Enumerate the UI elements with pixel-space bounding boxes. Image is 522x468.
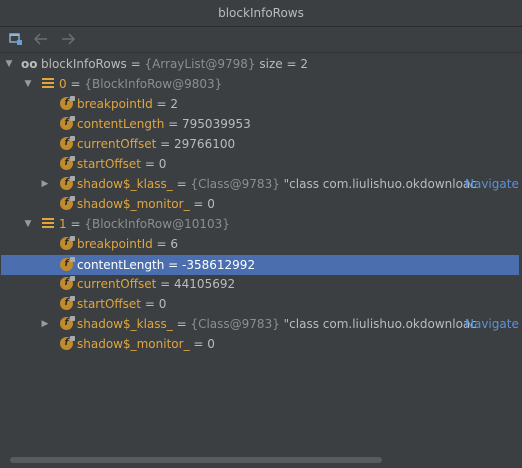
object-reference: {BlockInfoRow@10103} [84, 217, 230, 231]
expand-arrow-icon[interactable]: ▼ [4, 54, 14, 74]
lock-icon [70, 176, 75, 181]
field-value: 29766100 [174, 137, 236, 151]
expand-arrow-icon[interactable]: ▼ [23, 74, 33, 94]
tree-row-field-selected[interactable]: f contentLength = -358612992 [1, 255, 519, 275]
object-reference: {ArrayList@9798} [144, 57, 256, 71]
tree-row-field[interactable]: f startOffset = 0 [0, 294, 522, 314]
navigate-link[interactable]: Navigate [465, 174, 519, 194]
navigate-link[interactable]: Navigate [465, 314, 519, 334]
watch-glasses-icon: oo [21, 57, 38, 71]
field-name: shadow$_monitor_ [77, 337, 190, 351]
field-value: 795039953 [182, 117, 251, 131]
tree-row-field[interactable]: f shadow$_monitor_ = 0 [0, 194, 522, 214]
tree-row-field[interactable]: f contentLength = 795039953 [0, 114, 522, 134]
lock-icon [70, 236, 75, 241]
tree-row-field[interactable]: f currentOffset = 44105692 [0, 274, 522, 294]
element-index: 1 [59, 217, 67, 231]
field-value: 44105692 [174, 277, 236, 291]
lock-icon [70, 156, 75, 161]
field-value: 0 [207, 337, 215, 351]
lock-icon [70, 116, 75, 121]
field-value: 0 [158, 297, 167, 311]
tree-row-field[interactable]: f breakpointId = 2 [0, 94, 522, 114]
lock-icon [70, 96, 75, 101]
tree-row-field[interactable]: f startOffset = 0 [0, 154, 522, 174]
toolbar [0, 27, 522, 53]
tree-row-field[interactable]: ▶ f shadow$_klass_ = {Class@9783} "class… [0, 314, 522, 334]
lock-icon [70, 136, 75, 141]
lock-icon [70, 336, 75, 341]
tree-row-field[interactable]: f breakpointId = 6 [0, 234, 522, 254]
expand-arrow-icon[interactable]: ▶ [40, 314, 50, 334]
lock-icon [70, 316, 75, 321]
expand-arrow-icon[interactable]: ▶ [40, 174, 50, 194]
size-text: size = 2 [255, 57, 308, 71]
field-name: startOffset [77, 297, 142, 311]
field-value: 6 [170, 237, 179, 251]
variable-name: blockInfoRows [41, 57, 127, 71]
field-value: 2 [170, 97, 179, 111]
field-value: "class com.liulishuo.okdownloac [279, 177, 477, 191]
expand-arrow-icon[interactable]: ▼ [23, 214, 33, 234]
tree-row-item[interactable]: ▼ 0 = {BlockInfoRow@9803} [0, 74, 522, 94]
field-value: "class com.liulishuo.okdownloac [279, 317, 477, 331]
field-name: currentOffset [77, 277, 157, 291]
lock-icon [70, 257, 75, 262]
field-name: currentOffset [77, 137, 157, 151]
back-arrow-icon[interactable] [31, 29, 51, 49]
field-name: breakpointId [77, 97, 153, 111]
object-reference: {Class@9783} [190, 177, 280, 191]
array-element-icon [42, 218, 54, 229]
tree-row-field[interactable]: f currentOffset = 29766100 [0, 134, 522, 154]
tree-row-item[interactable]: ▼ 1 = {BlockInfoRow@10103} [0, 214, 522, 234]
lock-icon [70, 276, 75, 281]
lock-icon [70, 296, 75, 301]
field-name: contentLength [77, 117, 165, 131]
field-name: breakpointId [77, 237, 153, 251]
variables-tree: ▼ oo blockInfoRows = {ArrayList@9798} si… [0, 53, 522, 455]
field-value: -358612992 [182, 258, 256, 272]
field-name: shadow$_monitor_ [77, 197, 190, 211]
tree-row-field[interactable]: ▶ f shadow$_klass_ = {Class@9783} "class… [0, 174, 522, 194]
field-name: startOffset [77, 157, 142, 171]
field-value: 0 [158, 157, 167, 171]
field-name: shadow$_klass_ [77, 317, 173, 331]
restore-layout-icon[interactable] [6, 29, 26, 49]
lock-icon [70, 196, 75, 201]
object-reference: {BlockInfoRow@9803} [84, 77, 223, 91]
tree-row-root[interactable]: ▼ oo blockInfoRows = {ArrayList@9798} si… [0, 54, 522, 74]
element-index: 0 [59, 77, 67, 91]
window-title: blockInfoRows [0, 0, 522, 27]
array-element-icon [42, 78, 54, 89]
forward-arrow-icon[interactable] [58, 29, 78, 49]
object-reference: {Class@9783} [190, 317, 280, 331]
horizontal-scrollbar[interactable] [10, 457, 382, 463]
field-name: contentLength [77, 258, 165, 272]
field-value: 0 [207, 197, 215, 211]
tree-row-field[interactable]: f shadow$_monitor_ = 0 [0, 334, 522, 354]
field-name: shadow$_klass_ [77, 177, 173, 191]
